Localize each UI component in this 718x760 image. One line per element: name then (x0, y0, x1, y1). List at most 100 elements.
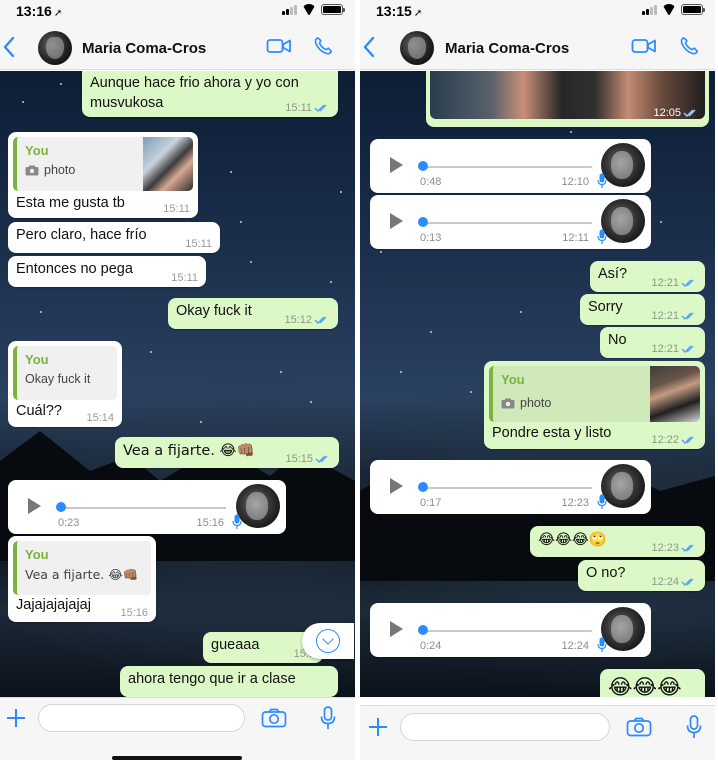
wifi-icon (302, 4, 316, 15)
chat-area[interactable]: 12:05 0:48 12:10 0:13 12:11 Así? 12:21 S… (360, 71, 715, 697)
avatar[interactable] (400, 31, 434, 65)
quoted-reply[interactable]: You photo (13, 137, 193, 191)
voice-progress-track[interactable] (422, 166, 592, 168)
message-bubble-outgoing[interactable]: Así? 12:21 (590, 261, 705, 292)
voice-progress-track[interactable] (422, 222, 592, 224)
double-check-icon (681, 578, 694, 586)
battery-icon (321, 4, 345, 15)
voice-duration: 0:23 (58, 517, 80, 529)
contact-name[interactable]: Maria Coma-Cros (82, 40, 206, 57)
message-time: 12:24 (561, 640, 589, 652)
voice-progress-handle[interactable] (418, 625, 428, 635)
plus-icon[interactable] (368, 717, 388, 737)
microphone-icon[interactable] (686, 715, 702, 739)
message-meta: 15:11 (285, 102, 330, 114)
message-text: Cuál?? (16, 403, 62, 419)
message-bubble-outgoing[interactable]: No 12:21 (600, 327, 705, 358)
quoted-reply[interactable]: You Okay fuck it (13, 346, 117, 400)
message-bubble-incoming[interactable]: Pero claro, hace frío 15:11 (8, 222, 220, 253)
play-icon[interactable] (390, 478, 403, 494)
back-chevron-icon[interactable] (363, 36, 375, 58)
voice-message[interactable]: 0:23 15:16 (8, 480, 286, 534)
message-bubble-outgoing[interactable]: Aunque hace frio ahora y yo con musvukosa… (82, 71, 338, 117)
double-check-icon (681, 544, 694, 552)
microphone-icon (597, 173, 607, 188)
double-check-icon (314, 104, 327, 112)
message-meta: 12:05 (653, 107, 699, 119)
message-bubble-incoming[interactable]: You photo Esta me gusta tb 15:11 (8, 132, 198, 218)
video-call-icon[interactable] (631, 36, 657, 56)
microphone-icon[interactable] (320, 706, 336, 730)
message-bubble-outgoing[interactable]: ahora tengo que ir a clase (120, 666, 338, 697)
right-screenshot: 13:15➚ Maria Coma-Cros 12:05 0:48 12:10 (360, 0, 715, 760)
input-bar (360, 705, 715, 760)
message-bubble-outgoing[interactable]: O no? 12:24 (578, 560, 705, 591)
message-bubble-outgoing[interactable]: Okay fuck it 15:12 (168, 298, 338, 329)
back-chevron-icon[interactable] (3, 36, 15, 58)
photo-thumbnail[interactable] (143, 137, 193, 191)
message-bubble-outgoing[interactable]: 😂😂😂 (600, 669, 705, 697)
plus-icon[interactable] (6, 708, 26, 728)
status-bar: 13:15 ➚ (360, 0, 715, 22)
message-bubble-outgoing[interactable]: You photo Pondre esta y listo 12:22 (484, 361, 705, 449)
quoted-reply[interactable]: You Vea a fijarte. 😂👊🏽 (13, 541, 151, 595)
voice-progress-handle[interactable] (418, 217, 428, 227)
voice-progress-track[interactable] (422, 487, 592, 489)
voice-message[interactable]: 0:48 12:10 (370, 139, 651, 193)
photo-message[interactable]: 12:05 (426, 71, 709, 127)
message-bubble-incoming[interactable]: You Vea a fijarte. 😂👊🏽 Jajajajajajaj 15:… (8, 536, 156, 622)
voice-progress-track[interactable] (422, 630, 592, 632)
phone-icon[interactable] (678, 36, 702, 56)
voice-progress-handle[interactable] (418, 482, 428, 492)
message-time: 15:16 (196, 517, 224, 529)
play-icon[interactable] (390, 621, 403, 637)
message-text: Vea a fijarte. 😂👊🏽 (123, 443, 255, 459)
voice-message[interactable]: 0:17 12:23 (370, 460, 651, 514)
message-bubble-incoming[interactable]: Entonces no pega 15:11 (8, 256, 206, 287)
left-screenshot: 13:16 ➚ Maria Coma-Cros Aunque hace frio … (0, 0, 355, 760)
message-text: Okay fuck it (176, 303, 252, 319)
message-bubble-outgoing[interactable]: Sorry 12:21 (580, 294, 705, 325)
chevron-down-icon (316, 629, 340, 653)
message-input[interactable] (38, 704, 245, 732)
phone-icon[interactable] (312, 36, 336, 56)
voice-progress-track[interactable] (60, 507, 226, 509)
wifi-icon (662, 4, 676, 15)
message-bubble-incoming[interactable]: You Okay fuck it Cuál?? 15:14 (8, 341, 122, 427)
signal-icon (282, 4, 297, 15)
double-check-icon (681, 436, 694, 444)
voice-message[interactable]: 0:24 12:24 (370, 603, 651, 657)
sender-avatar (601, 607, 645, 651)
microphone-icon (597, 637, 607, 652)
play-icon[interactable] (390, 213, 403, 229)
quote-text: photo (501, 396, 551, 410)
voice-duration: 0:24 (420, 640, 442, 652)
voice-progress-handle[interactable] (56, 502, 66, 512)
quote-author: You (25, 352, 49, 367)
avatar[interactable] (38, 31, 72, 65)
message-meta: 12:22 (651, 434, 697, 446)
chat-area[interactable]: Aunque hace frio ahora y yo con musvukosa… (0, 71, 355, 697)
double-check-icon (683, 109, 696, 117)
status-time: 13:15 ➚ (376, 3, 423, 19)
message-bubble-outgoing[interactable]: Vea a fijarte. 😂👊🏽 15:15 (115, 437, 339, 468)
message-text: Pero claro, hace frío (16, 227, 147, 243)
camera-icon[interactable] (626, 717, 652, 737)
play-icon[interactable] (390, 157, 403, 173)
message-meta: 15:15 (285, 453, 331, 465)
quoted-reply[interactable]: You photo (489, 366, 700, 422)
double-check-icon (315, 455, 328, 463)
message-input[interactable] (400, 713, 610, 741)
voice-progress-handle[interactable] (418, 161, 428, 171)
photo-thumbnail[interactable] (650, 366, 700, 422)
message-bubble-outgoing[interactable]: 😂😂😂🙄 12:23 (530, 526, 705, 557)
sender-avatar (601, 143, 645, 187)
voice-message[interactable]: 0:13 12:11 (370, 195, 651, 249)
contact-name[interactable]: Maria Coma-Cros (445, 40, 569, 57)
scroll-to-bottom-button[interactable] (302, 623, 354, 659)
message-text: No (608, 332, 627, 348)
play-icon[interactable] (28, 498, 41, 514)
camera-icon[interactable] (261, 708, 287, 728)
double-check-icon (681, 312, 694, 320)
video-call-icon[interactable] (266, 36, 292, 56)
